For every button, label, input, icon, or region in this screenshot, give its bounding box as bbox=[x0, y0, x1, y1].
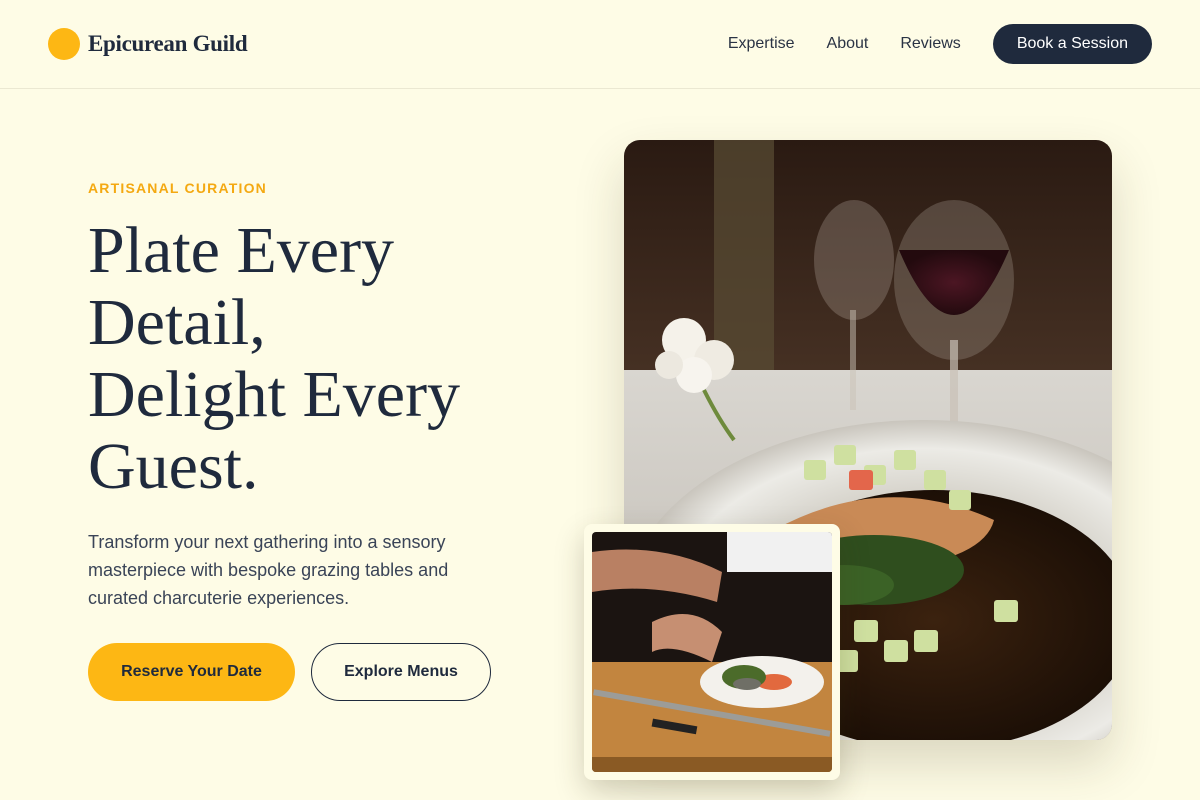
brand-logo[interactable]: Epicurean Guild bbox=[48, 28, 248, 60]
headline-line: Guest. bbox=[88, 430, 259, 503]
nav-link-reviews[interactable]: Reviews bbox=[900, 35, 960, 53]
chef-plating-image bbox=[592, 532, 832, 772]
book-session-button[interactable]: Book a Session bbox=[992, 24, 1152, 64]
inset-image-frame bbox=[584, 524, 840, 780]
explore-menus-button[interactable]: Explore Menus bbox=[311, 643, 491, 701]
headline-line: Delight Every bbox=[88, 358, 461, 431]
main-nav: Expertise About Reviews Book a Session bbox=[728, 24, 1152, 64]
hero-headline: Plate Every Detail, Delight Every Guest. bbox=[88, 215, 548, 503]
site-header: Epicurean Guild Expertise About Reviews … bbox=[0, 0, 1200, 89]
hero-eyebrow: ARTISANAL CURATION bbox=[88, 180, 267, 196]
nav-link-about[interactable]: About bbox=[827, 35, 869, 53]
hero-subcopy: Transform your next gathering into a sen… bbox=[88, 532, 449, 608]
reserve-date-button[interactable]: Reserve Your Date bbox=[88, 643, 295, 701]
headline-line: Detail, bbox=[88, 286, 266, 359]
nav-link-expertise[interactable]: Expertise bbox=[728, 35, 795, 53]
brand-circle-icon bbox=[48, 28, 80, 60]
headline-line: Plate Every bbox=[88, 214, 395, 287]
brand-name: Epicurean Guild bbox=[88, 31, 248, 56]
